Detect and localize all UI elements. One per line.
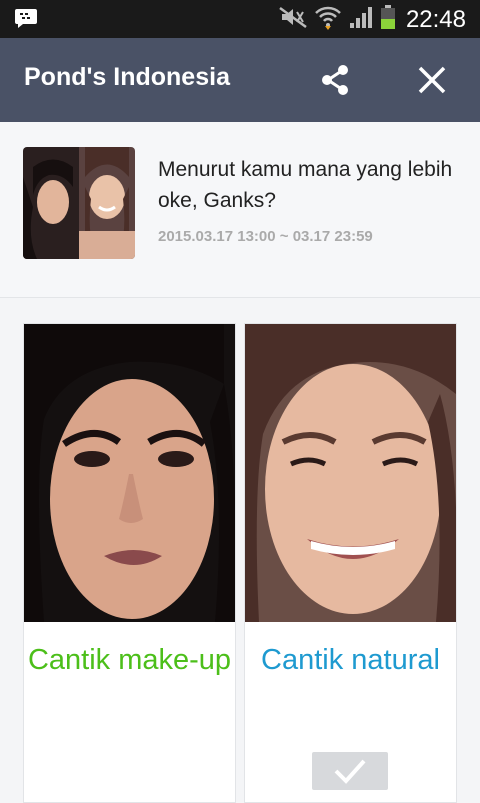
share-icon xyxy=(322,65,348,95)
wifi-icon xyxy=(314,4,342,35)
vote-option-makeup[interactable]: Cantik make-up xyxy=(23,323,236,803)
post-thumbnail xyxy=(23,147,135,259)
status-bar: 22:48 xyxy=(0,0,480,38)
close-button[interactable] xyxy=(410,58,454,102)
bbm-chat-icon xyxy=(14,7,38,34)
option-photo-makeup xyxy=(24,324,235,622)
share-button[interactable] xyxy=(313,58,357,102)
page-title: Pond's Indonesia xyxy=(24,63,230,91)
app-header: Pond's Indonesia xyxy=(0,38,480,122)
vote-check-button[interactable] xyxy=(312,752,388,790)
close-icon xyxy=(418,66,446,94)
option-label-makeup: Cantik make-up xyxy=(27,644,232,676)
mute-icon xyxy=(278,5,308,34)
signal-icon xyxy=(348,5,374,34)
battery-icon xyxy=(380,4,396,35)
option-label-natural: Cantik natural xyxy=(261,644,440,676)
clock: 22:48 xyxy=(405,5,466,33)
checkmark-icon xyxy=(334,759,366,784)
post-title: Menurut kamu mana yang lebih oke, Ganks? xyxy=(158,158,453,212)
post-date-range: 2015.03.17 13:00 ~ 03.17 23:59 xyxy=(158,228,373,245)
option-photo-natural xyxy=(245,324,456,622)
vote-option-natural[interactable]: Cantik natural xyxy=(244,323,457,803)
post-info: Menurut kamu mana yang lebih oke, Ganks?… xyxy=(0,122,480,298)
